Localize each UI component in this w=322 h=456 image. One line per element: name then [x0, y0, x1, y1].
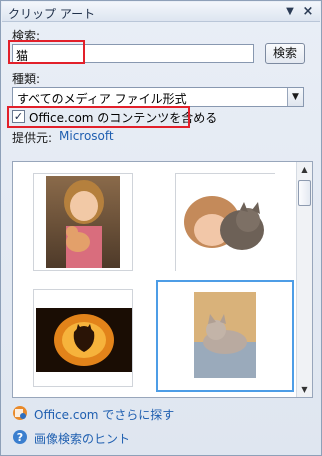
- pane-title-bar: クリップ アート ▼ ×: [2, 2, 320, 22]
- results-list[interactable]: ▲ ▼: [12, 161, 313, 398]
- result-thumb-cat-on-pillow[interactable]: [156, 280, 294, 392]
- search-tips-link[interactable]: ? 画像検索のヒント: [12, 429, 212, 447]
- provider-label: 提供元:: [12, 131, 53, 145]
- search-button[interactable]: 検索: [265, 43, 305, 64]
- chevron-down-icon[interactable]: ▼: [287, 88, 303, 106]
- child-cat-image: [176, 174, 276, 272]
- media-type-select[interactable]: すべてのメディア ファイル形式 ▼: [12, 87, 304, 107]
- svg-text:?: ?: [17, 431, 23, 444]
- pane-close-icon[interactable]: ×: [300, 3, 316, 21]
- results-scrollbar[interactable]: ▲ ▼: [296, 162, 312, 397]
- search-tips-label[interactable]: 画像検索のヒント: [34, 430, 130, 447]
- provider-link[interactable]: Microsoft: [59, 129, 114, 143]
- result-thumb-pumpkin-cat-carving[interactable]: [33, 289, 133, 387]
- scroll-up-icon[interactable]: ▲: [297, 162, 312, 177]
- clip-art-pane: クリップ アート ▼ × 検索: 猫 検索 種類: すべてのメディア ファイル形…: [0, 0, 322, 456]
- search-highlight-box: [8, 40, 85, 64]
- result-thumb-girl-with-kitten[interactable]: [33, 173, 133, 271]
- pane-options-dropdown-icon[interactable]: ▼: [282, 3, 298, 21]
- scroll-down-icon[interactable]: ▼: [297, 382, 312, 397]
- more-on-office-label[interactable]: Office.com でさらに探す: [34, 406, 174, 423]
- type-label: 種類:: [12, 72, 41, 86]
- girl-kitten-image: [46, 176, 120, 268]
- pumpkin-cat-image: [36, 308, 132, 372]
- media-type-selected: すべてのメディア ファイル形式: [17, 92, 187, 106]
- more-on-office-link[interactable]: Office.com でさらに探す: [12, 405, 212, 423]
- office-online-icon: [13, 406, 27, 420]
- scrollbar-thumb[interactable]: [298, 180, 311, 206]
- pane-title: クリップ アート: [8, 7, 96, 21]
- cat-pillow-image: [158, 282, 292, 390]
- include-office-highlight-box: [7, 106, 190, 128]
- result-thumb-child-hugging-cat[interactable]: [175, 173, 276, 272]
- help-icon: ?: [13, 430, 27, 444]
